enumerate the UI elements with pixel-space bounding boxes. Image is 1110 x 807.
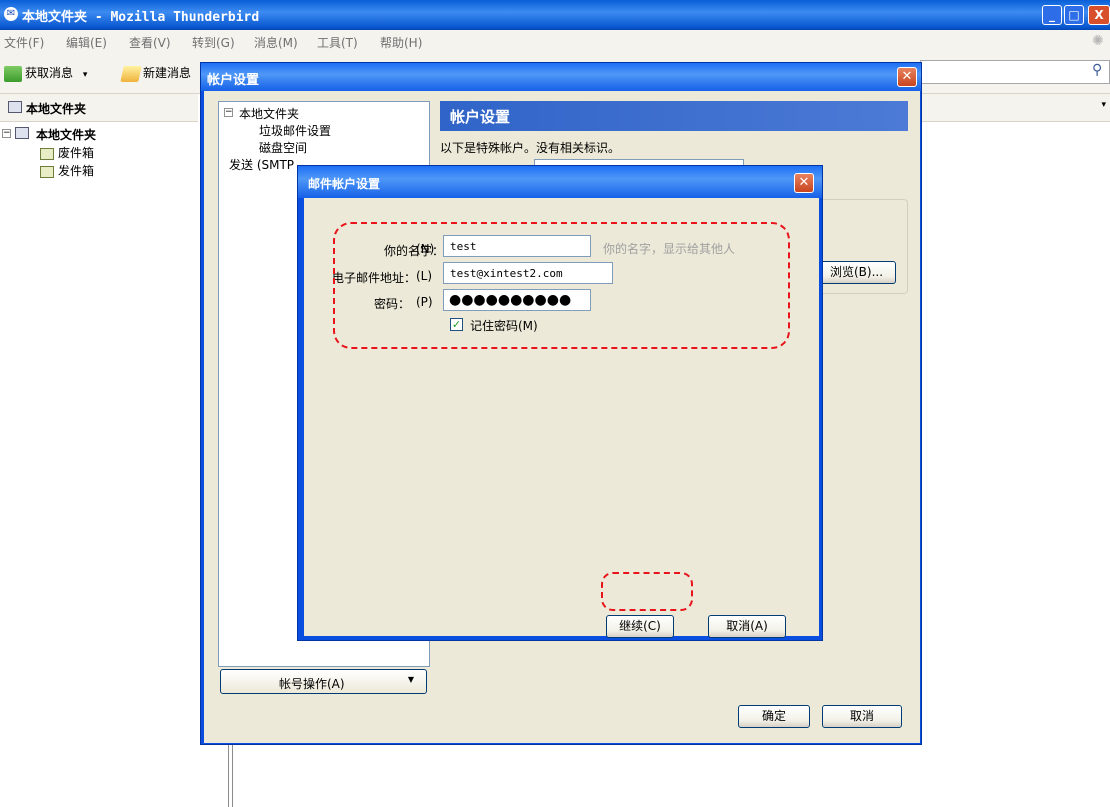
continue-button[interactable]: 继续(C): [606, 615, 674, 638]
account-tree-local-folders[interactable]: 本地文件夹: [239, 105, 299, 122]
account-tree-smtp[interactable]: 发送 (SMTP: [229, 156, 294, 173]
menu-tools[interactable]: 工具(T): [317, 34, 358, 51]
pane-splitter[interactable]: [228, 740, 233, 807]
local-folders-icon: [8, 101, 22, 113]
collapse-icon[interactable]: −: [2, 129, 11, 138]
search-icon[interactable]: ⚲: [1092, 62, 1102, 78]
column-picker-icon[interactable]: ▾: [1101, 100, 1106, 110]
menu-edit[interactable]: 编辑(E): [66, 34, 107, 51]
tree-item-trash[interactable]: 废件箱: [40, 144, 94, 161]
account-settings-title: 帐户设置: [207, 73, 260, 88]
main-title-bar: ✉ 本地文件夹 - Mozilla Thunderbird _ □ X: [0, 0, 1110, 30]
ok-button[interactable]: 确定: [738, 705, 810, 728]
menu-file[interactable]: 文件(F): [4, 34, 44, 51]
message-pane-header: ▾: [920, 94, 1110, 122]
account-description: 以下是特殊帐户。没有相关标识。: [440, 141, 621, 155]
account-actions-button[interactable]: 帐号操作(A) ▼: [220, 669, 427, 694]
folder-pane-title: 本地文件夹: [26, 102, 87, 116]
new-message-icon: [120, 65, 142, 82]
thunderbird-app-icon: ✉: [4, 7, 18, 21]
close-button[interactable]: X: [1088, 5, 1110, 25]
tree-item-local-folders[interactable]: 本地文件夹: [36, 126, 96, 143]
continue-highlight-annotation: [601, 572, 693, 611]
browse-button[interactable]: 浏览(B)...: [817, 261, 896, 284]
account-settings-close-icon[interactable]: ✕: [897, 67, 917, 87]
get-messages-label: 获取消息: [25, 66, 74, 80]
window-title: 本地文件夹 - Mozilla Thunderbird: [22, 10, 260, 25]
menu-go[interactable]: 转到(G): [192, 34, 235, 51]
folder-tree: − 本地文件夹 废件箱 发件箱: [0, 122, 198, 807]
trash-icon: [40, 147, 54, 160]
search-input[interactable]: [920, 60, 1110, 84]
folder-pane-header[interactable]: 本地文件夹: [0, 94, 198, 122]
account-settings-heading: 帐户设置: [450, 108, 511, 126]
mail-account-title: 邮件帐户设置: [308, 177, 381, 191]
local-folders-icon: [15, 127, 29, 139]
account-settings-header: 帐户设置: [440, 101, 908, 131]
cancel-button[interactable]: 取消: [822, 705, 902, 728]
collapse-icon[interactable]: −: [224, 108, 233, 117]
mail-account-close-icon[interactable]: ✕: [794, 173, 814, 193]
account-actions-label: 帐号操作(A): [279, 677, 345, 691]
new-message-button[interactable]: 新建消息: [120, 64, 192, 82]
mail-account-title-bar: 邮件帐户设置 ✕: [298, 166, 822, 198]
menu-help[interactable]: 帮助(H): [380, 34, 422, 51]
menu-bar: 文件(F) 编辑(E) 查看(V) 转到(G) 消息(M) 工具(T) 帮助(H…: [0, 30, 1110, 52]
menu-message[interactable]: 消息(M): [254, 34, 298, 51]
minimize-button[interactable]: _: [1042, 5, 1062, 25]
tree-item-outbox[interactable]: 发件箱: [40, 162, 94, 179]
account-settings-title-bar: 帐户设置 ✕: [201, 63, 921, 91]
mail-cancel-button[interactable]: 取消(A): [708, 615, 786, 638]
maximize-button[interactable]: □: [1064, 5, 1084, 25]
get-messages-icon: [4, 65, 22, 82]
tree-item-label: 废件箱: [58, 146, 95, 160]
account-tree-disk-space[interactable]: 磁盘空间: [259, 139, 307, 156]
new-message-label: 新建消息: [143, 66, 192, 80]
get-messages-dropdown-icon[interactable]: ▾: [83, 70, 88, 80]
dropdown-arrow-icon: ▼: [407, 675, 414, 684]
outbox-icon: [40, 165, 54, 178]
tree-item-label: 发件箱: [58, 164, 95, 178]
form-highlight-annotation: [333, 222, 790, 349]
activity-throbber-icon: ✺: [1092, 33, 1104, 49]
account-tree-junk-settings[interactable]: 垃圾邮件设置: [259, 122, 331, 139]
get-messages-button[interactable]: 获取消息 ▾: [4, 64, 87, 82]
menu-view[interactable]: 查看(V): [129, 34, 171, 51]
